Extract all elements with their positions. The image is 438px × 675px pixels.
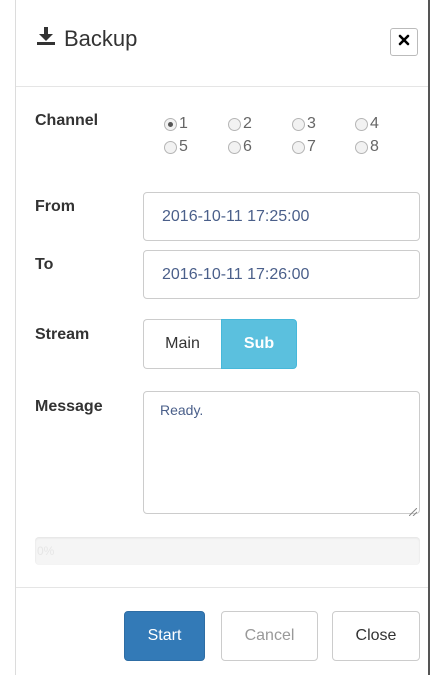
from-label: From	[35, 198, 75, 215]
radio-unchecked-icon[interactable]	[228, 140, 241, 154]
from-datetime-value: 2016-10-11 17:25:00	[162, 207, 310, 225]
channel-option-label: 4	[370, 115, 379, 132]
channel-radio-6[interactable]: 6	[228, 138, 252, 156]
channel-option-label: 6	[243, 138, 252, 155]
message-label: Message	[35, 398, 103, 415]
resize-grip-icon[interactable]	[408, 503, 418, 517]
backup-dialog: Backup Channel 1 2 3 4 5 6 7 8 From 2016…	[0, 0, 430, 675]
progress-text: 0%	[37, 544, 55, 558]
channel-radio-7[interactable]: 7	[292, 138, 316, 156]
to-datetime-value: 2016-10-11 17:26:00	[162, 265, 310, 283]
dialog-left-border	[15, 0, 16, 675]
channel-option-label: 5	[179, 138, 188, 155]
radio-unchecked-icon[interactable]	[355, 117, 368, 131]
cancel-button[interactable]: Cancel	[221, 611, 318, 661]
dialog-header: Backup	[16, 0, 428, 87]
channel-option-label: 1	[179, 115, 188, 132]
close-dialog-button[interactable]	[390, 28, 418, 56]
stream-toggle-group: Main Sub	[143, 319, 297, 369]
radio-unchecked-icon[interactable]	[355, 140, 368, 154]
close-button[interactable]: Close	[332, 611, 420, 661]
from-datetime-input[interactable]: 2016-10-11 17:25:00	[143, 192, 420, 241]
to-datetime-input[interactable]: 2016-10-11 17:26:00	[143, 250, 420, 299]
stream-label: Stream	[35, 326, 90, 343]
channel-radio-8[interactable]: 8	[355, 138, 379, 156]
channel-option-label: 8	[370, 138, 379, 155]
channel-radio-5[interactable]: 5	[164, 138, 188, 156]
channel-option-label: 3	[307, 115, 316, 132]
footer-divider	[16, 587, 428, 588]
radio-unchecked-icon[interactable]	[292, 117, 305, 131]
backup-progress-bar: 0%	[35, 537, 420, 565]
channel-radio-1[interactable]: 1	[164, 115, 188, 133]
channel-radio-4[interactable]: 4	[355, 115, 379, 133]
radio-unchecked-icon[interactable]	[164, 140, 177, 154]
stream-main-button[interactable]: Main	[143, 319, 221, 369]
dialog-title-text: Backup	[64, 26, 138, 51]
message-text: Ready.	[160, 402, 204, 418]
radio-checked-icon[interactable]	[164, 117, 177, 131]
download-icon	[36, 26, 64, 52]
start-button[interactable]: Start	[124, 611, 205, 661]
close-icon	[398, 33, 410, 51]
channel-radio-2[interactable]: 2	[228, 115, 252, 133]
dialog-title: Backup	[36, 26, 137, 52]
radio-unchecked-icon[interactable]	[292, 140, 305, 154]
to-label: To	[35, 256, 54, 273]
channel-label: Channel	[35, 112, 99, 129]
message-textarea[interactable]: Ready.	[143, 391, 420, 517]
channel-option-label: 7	[307, 138, 316, 155]
radio-unchecked-icon[interactable]	[228, 117, 241, 131]
channel-radio-3[interactable]: 3	[292, 115, 316, 133]
stream-sub-button[interactable]: Sub	[221, 319, 297, 369]
channel-option-label: 2	[243, 115, 252, 132]
